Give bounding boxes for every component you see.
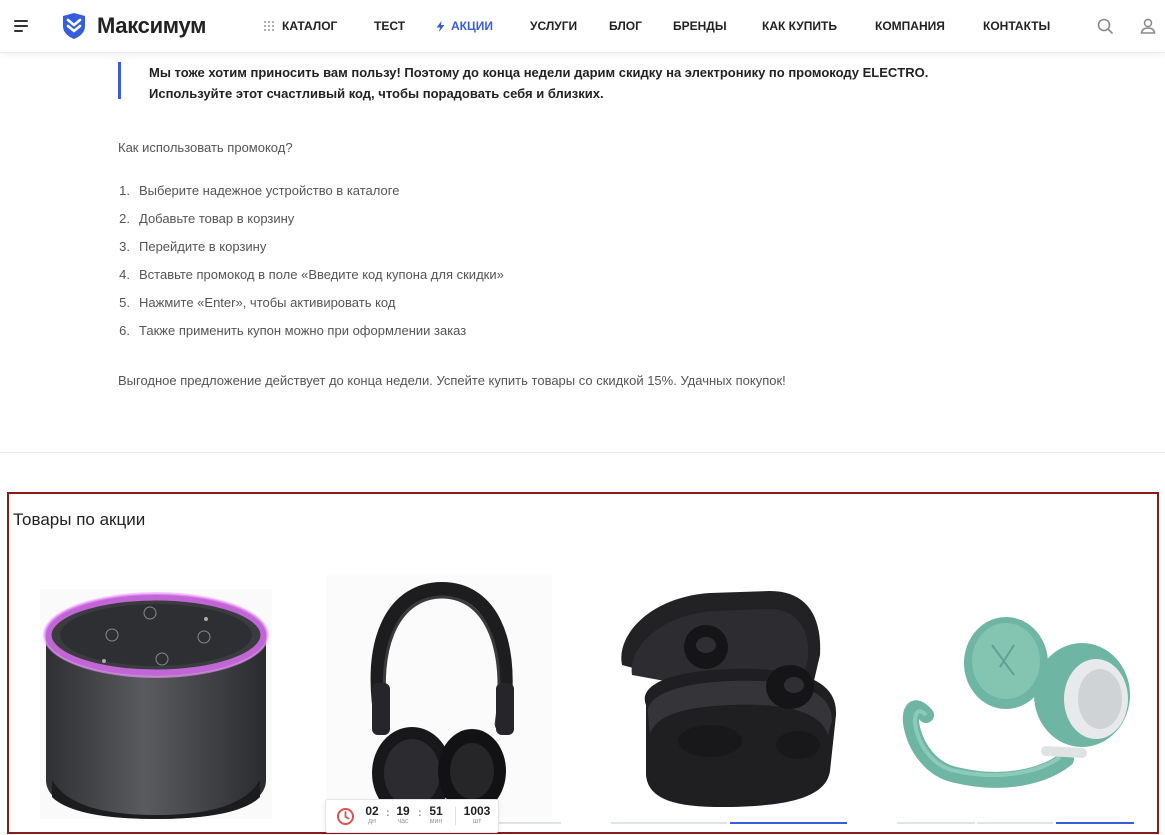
nav-test[interactable]: ТЕСТ (374, 19, 405, 33)
nav-promotions[interactable]: АКЦИИ (436, 19, 493, 33)
nav-label: БЛОГ (609, 19, 642, 33)
nav-label: КОМПАНИЯ (875, 19, 945, 33)
wireless-earbuds-icon (621, 591, 837, 807)
nav-label: ТЕСТ (374, 19, 406, 33)
clock-icon (337, 808, 354, 825)
carousel-indicator (897, 822, 975, 824)
nav-contacts[interactable]: КОНТАКТЫ (983, 19, 1050, 33)
list-item: 2. Добавьте товар в корзину (119, 211, 295, 226)
menu-icon[interactable] (14, 20, 28, 32)
nav-blog[interactable]: БЛОГ (609, 19, 642, 33)
nav-label: АКЦИИ (451, 19, 494, 33)
quote-line: Мы тоже хотим приносить вам пользу! Поэт… (149, 65, 929, 80)
carousel-indicator-active (730, 822, 847, 824)
nav-how-to-buy[interactable]: КАК КУПИТЬ (762, 19, 837, 33)
product-card[interactable] (38, 575, 278, 825)
product-card[interactable] (326, 575, 566, 825)
carousel-indicator (499, 822, 561, 824)
promo-quote: Мы тоже хотим приносить вам пользу! Поэт… (118, 62, 1018, 101)
user-icon[interactable] (1140, 18, 1156, 34)
carousel-indicator (611, 822, 727, 824)
timer-separator: : (386, 807, 390, 819)
nav-catalog[interactable]: КАТАЛОГ (264, 19, 337, 33)
site-header: Максимум КАТАЛОГ ТЕСТ АКЦИИ УСЛУГИ БЛОГ … (0, 0, 1165, 53)
smart-speaker-icon (40, 589, 272, 819)
carousel-indicator-active (1056, 822, 1134, 824)
nav-label: УСЛУГИ (530, 19, 578, 33)
timer-minutes: 51 мин (429, 804, 443, 825)
logo-shield-icon (63, 13, 85, 39)
logo[interactable]: Максимум (60, 12, 206, 40)
list-item: 4. Вставьте промокод в поле «Введите код … (119, 267, 504, 282)
nav-label: КАК КУПИТЬ (762, 19, 837, 33)
steps-list: 1. Выберите надежное устройство в каталог… (118, 182, 504, 350)
timer-separator: : (418, 807, 422, 819)
logo-text: Максимум (97, 13, 207, 38)
timer-divider (455, 807, 456, 825)
nav-services[interactable]: УСЛУГИ (530, 19, 577, 33)
quote-line: Используйте этот счастливый код, чтобы п… (149, 86, 604, 101)
lightning-icon (436, 20, 445, 32)
section-title: Товары по акции (13, 510, 146, 529)
product-card[interactable] (896, 575, 1136, 825)
nav-label: КОНТАКТЫ (983, 19, 1051, 33)
product-card[interactable] (610, 575, 850, 825)
nav-label: БРЕНДЫ (673, 19, 727, 33)
list-item: 3. Перейдите в корзину (119, 239, 267, 254)
headphones-black-icon (326, 575, 552, 819)
closing-text: Выгодное предложение действует до конца … (118, 373, 786, 388)
grid-dots-icon (264, 21, 274, 31)
headphones-mint-icon (902, 617, 1130, 788)
nav-label: КАТАЛОГ (282, 19, 338, 33)
countdown-timer: 02 дн : 19 час : 51 мин 1003 шт (325, 799, 499, 833)
howto-heading: Как использовать промокод? (118, 140, 293, 155)
search-icon[interactable] (1097, 18, 1113, 34)
carousel-indicator (977, 822, 1053, 824)
timer-stock: 1003 шт (463, 804, 491, 825)
divider (0, 452, 1165, 453)
list-item: 1. Выберите надежное устройство в каталог… (119, 183, 400, 198)
nav-brands[interactable]: БРЕНДЫ (673, 19, 727, 33)
list-item: 5. Нажмите «Enter», чтобы активировать ко… (119, 295, 396, 310)
timer-days: 02 дн (365, 804, 379, 825)
list-item: 6. Также применить купон можно при оформл… (119, 323, 467, 338)
timer-hours: 19 час (396, 804, 410, 825)
nav-company[interactable]: КОМПАНИЯ (875, 19, 945, 33)
